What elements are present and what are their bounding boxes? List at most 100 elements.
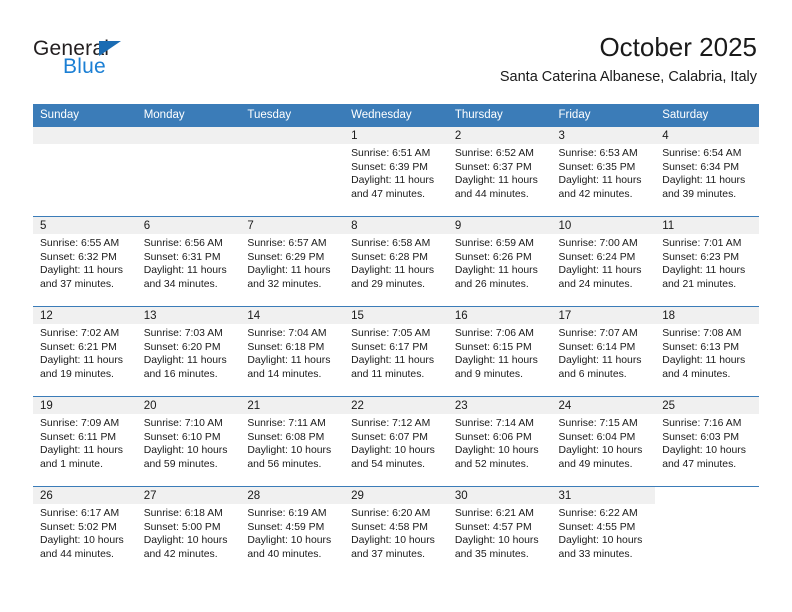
daylight-duration-line2: and 39 minutes. [662,188,737,200]
calendar-day-cell[interactable]: 18 Sunrise: 7:08 AM Sunset: 6:13 PM Dayligh… [655,306,759,397]
daylight-duration-line2: and 44 minutes. [454,188,529,200]
page-title: October 2025 [599,32,757,62]
day-number: 24 [551,397,656,414]
sunset-time: Sunset: 6:15 PM [454,341,532,353]
daylight-duration-line1: Daylight: 11 hours [247,355,331,367]
daylight-duration-line1: Daylight: 11 hours [351,265,435,277]
day-details: Sunrise: 7:03 AM Sunset: 6:20 PM Daylight:… [137,324,241,381]
calendar-day-cell[interactable]: 19 Sunrise: 7:09 AM Sunset: 6:11 PM Dayligh… [33,396,137,487]
calendar-day-cell[interactable]: 23 Sunrise: 7:14 AM Sunset: 6:06 PM Dayligh… [447,396,552,487]
day-number: 26 [33,487,137,504]
day-number: 29 [344,487,448,504]
calendar-week-row: 12 Sunrise: 7:02 AM Sunset: 6:21 PM Dayligh… [33,306,759,397]
daylight-duration-line1: Daylight: 11 hours [558,265,642,277]
calendar-table: Sunday Monday Tuesday Wednesday Thursday… [33,104,759,577]
calendar-day-cell[interactable]: 16 Sunrise: 7:06 AM Sunset: 6:15 PM Dayligh… [447,306,552,397]
calendar-day-cell[interactable]: 25 Sunrise: 7:16 AM Sunset: 6:03 PM Dayligh… [655,396,759,487]
day-details: Sunrise: 6:51 AM Sunset: 6:39 PM Daylight:… [344,144,448,201]
daylight-duration-line2: and 19 minutes. [40,368,114,380]
day-number: 18 [655,307,759,324]
page-header: General Blue October 2025 Santa Caterina… [0,0,792,96]
calendar-day-cell[interactable]: 26 Sunrise: 6:17 AM Sunset: 5:02 PM Dayligh… [33,486,137,577]
calendar-empty-cell [136,126,241,217]
logo-triangle-icon [99,41,121,56]
sunrise-time: Sunrise: 7:12 AM [351,418,431,429]
calendar-day-cell[interactable]: 4 Sunrise: 6:54 AM Sunset: 6:34 PM Daylight… [655,126,759,217]
calendar-day-cell[interactable]: 13 Sunrise: 7:03 AM Sunset: 6:20 PM Dayligh… [136,306,241,397]
day-details: Sunrise: 6:20 AM Sunset: 4:58 PM Daylight:… [344,504,448,561]
logo-text-blue: Blue [63,55,106,78]
sunrise-time: Sunrise: 6:51 AM [351,148,431,159]
calendar-day-cell[interactable]: 29 Sunrise: 6:20 AM Sunset: 4:58 PM Dayligh… [344,486,448,577]
day-number: 16 [447,307,552,324]
sunrise-time: Sunrise: 6:21 AM [454,508,534,519]
calendar-day-cell[interactable]: 17 Sunrise: 7:07 AM Sunset: 6:14 PM Dayligh… [551,306,656,397]
day-number: 3 [551,127,656,144]
day-number: 20 [136,397,241,414]
calendar-day-cell[interactable]: 12 Sunrise: 7:02 AM Sunset: 6:21 PM Dayligh… [33,306,137,397]
calendar-day-cell[interactable]: 31 Sunrise: 6:22 AM Sunset: 4:55 PM Dayligh… [551,486,656,577]
calendar-day-cell[interactable]: 2 Sunrise: 6:52 AM Sunset: 6:37 PM Daylight… [447,126,552,217]
sunrise-time: Sunrise: 6:58 AM [351,238,431,249]
sunset-time: Sunset: 6:39 PM [351,161,428,173]
sunrise-time: Sunrise: 6:22 AM [558,508,638,519]
calendar-day-cell[interactable]: 5 Sunrise: 6:55 AM Sunset: 6:32 PM Daylight… [33,216,137,307]
calendar-day-cell[interactable]: 10 Sunrise: 7:00 AM Sunset: 6:24 PM Dayligh… [551,216,656,307]
day-number [240,127,345,144]
day-details: Sunrise: 7:02 AM Sunset: 6:21 PM Daylight:… [33,324,137,381]
page-subtitle: Santa Caterina Albanese, Calabria, Italy [499,69,757,85]
calendar-day-cell[interactable]: 8 Sunrise: 6:58 AM Sunset: 6:28 PM Daylight… [344,216,448,307]
calendar-day-cell[interactable]: 22 Sunrise: 7:12 AM Sunset: 6:07 PM Dayligh… [344,396,448,487]
daylight-duration-line1: Daylight: 11 hours [662,265,746,277]
calendar-week-row: 26 Sunrise: 6:17 AM Sunset: 5:02 PM Dayligh… [33,486,759,577]
day-number: 27 [136,487,241,504]
calendar-day-cell[interactable]: 27 Sunrise: 6:18 AM Sunset: 5:00 PM Dayligh… [136,486,241,577]
day-details: Sunrise: 7:12 AM Sunset: 6:07 PM Daylight:… [344,414,448,471]
daylight-duration-line1: Daylight: 11 hours [40,355,123,367]
sunrise-time: Sunrise: 6:19 AM [247,508,327,519]
day-details: Sunrise: 7:05 AM Sunset: 6:17 PM Daylight:… [344,324,448,381]
sunrise-time: Sunrise: 7:10 AM [143,418,223,429]
daylight-duration-line2: and 52 minutes. [454,458,529,470]
daylight-duration-line2: and 42 minutes. [558,188,633,200]
day-details: Sunrise: 6:22 AM Sunset: 4:55 PM Daylight:… [552,504,656,561]
calendar-header-row: Sunday Monday Tuesday Wednesday Thursday… [33,104,759,127]
general-blue-logo[interactable]: General Blue [33,38,193,84]
calendar-day-cell[interactable]: 1 Sunrise: 6:51 AM Sunset: 6:39 PM Daylight… [344,126,448,217]
daylight-duration-line2: and 26 minutes. [454,278,529,290]
sunset-time: Sunset: 6:17 PM [351,341,428,353]
calendar-day-cell[interactable]: 20 Sunrise: 7:10 AM Sunset: 6:10 PM Dayligh… [136,396,241,487]
sunrise-time: Sunrise: 6:20 AM [351,508,431,519]
day-details: Sunrise: 7:09 AM Sunset: 6:11 PM Daylight:… [33,414,137,471]
day-details: Sunrise: 7:14 AM Sunset: 6:06 PM Daylight:… [448,414,552,471]
day-number: 5 [33,217,137,234]
calendar-empty-cell [240,126,345,217]
daylight-duration-line2: and 47 minutes. [662,458,737,470]
calendar-day-cell[interactable]: 11 Sunrise: 7:01 AM Sunset: 6:23 PM Dayligh… [655,216,759,307]
day-details: Sunrise: 7:07 AM Sunset: 6:14 PM Daylight:… [552,324,656,381]
calendar-day-cell[interactable]: 6 Sunrise: 6:56 AM Sunset: 6:31 PM Daylight… [136,216,241,307]
day-details: Sunrise: 7:10 AM Sunset: 6:10 PM Daylight:… [137,414,241,471]
calendar-day-cell[interactable]: 15 Sunrise: 7:05 AM Sunset: 6:17 PM Dayligh… [344,306,448,397]
sunrise-time: Sunrise: 7:05 AM [351,328,431,339]
day-details: Sunrise: 6:59 AM Sunset: 6:26 PM Daylight:… [448,234,552,291]
calendar-day-cell[interactable]: 7 Sunrise: 6:57 AM Sunset: 6:29 PM Daylight… [240,216,345,307]
daylight-duration-line1: Daylight: 10 hours [558,445,643,457]
daylight-duration-line2: and 49 minutes. [558,458,633,470]
calendar-day-cell[interactable]: 21 Sunrise: 7:11 AM Sunset: 6:08 PM Dayligh… [240,396,345,487]
sunset-time: Sunset: 6:28 PM [351,251,428,263]
calendar-day-cell[interactable]: 14 Sunrise: 7:04 AM Sunset: 6:18 PM Dayligh… [240,306,345,397]
calendar-day-cell[interactable]: 3 Sunrise: 6:53 AM Sunset: 6:35 PM Daylight… [551,126,656,217]
calendar-day-cell[interactable]: 30 Sunrise: 6:21 AM Sunset: 4:57 PM Dayligh… [447,486,552,577]
daylight-duration-line1: Daylight: 10 hours [558,535,643,547]
day-number: 17 [551,307,656,324]
sunset-time: Sunset: 6:26 PM [454,251,532,263]
calendar-day-cell[interactable]: 24 Sunrise: 7:15 AM Sunset: 6:04 PM Dayligh… [551,396,656,487]
daylight-duration-line1: Daylight: 11 hours [558,355,642,367]
calendar-day-cell[interactable]: 9 Sunrise: 6:59 AM Sunset: 6:26 PM Daylight… [447,216,552,307]
sunrise-time: Sunrise: 6:57 AM [247,238,327,249]
calendar-day-cell[interactable]: 28 Sunrise: 6:19 AM Sunset: 4:59 PM Dayligh… [240,486,345,577]
calendar-week-row: 5 Sunrise: 6:55 AM Sunset: 6:32 PM Daylight… [33,216,759,307]
daylight-duration-line1: Daylight: 10 hours [247,445,332,457]
daylight-duration-line2: and 56 minutes. [247,458,322,470]
